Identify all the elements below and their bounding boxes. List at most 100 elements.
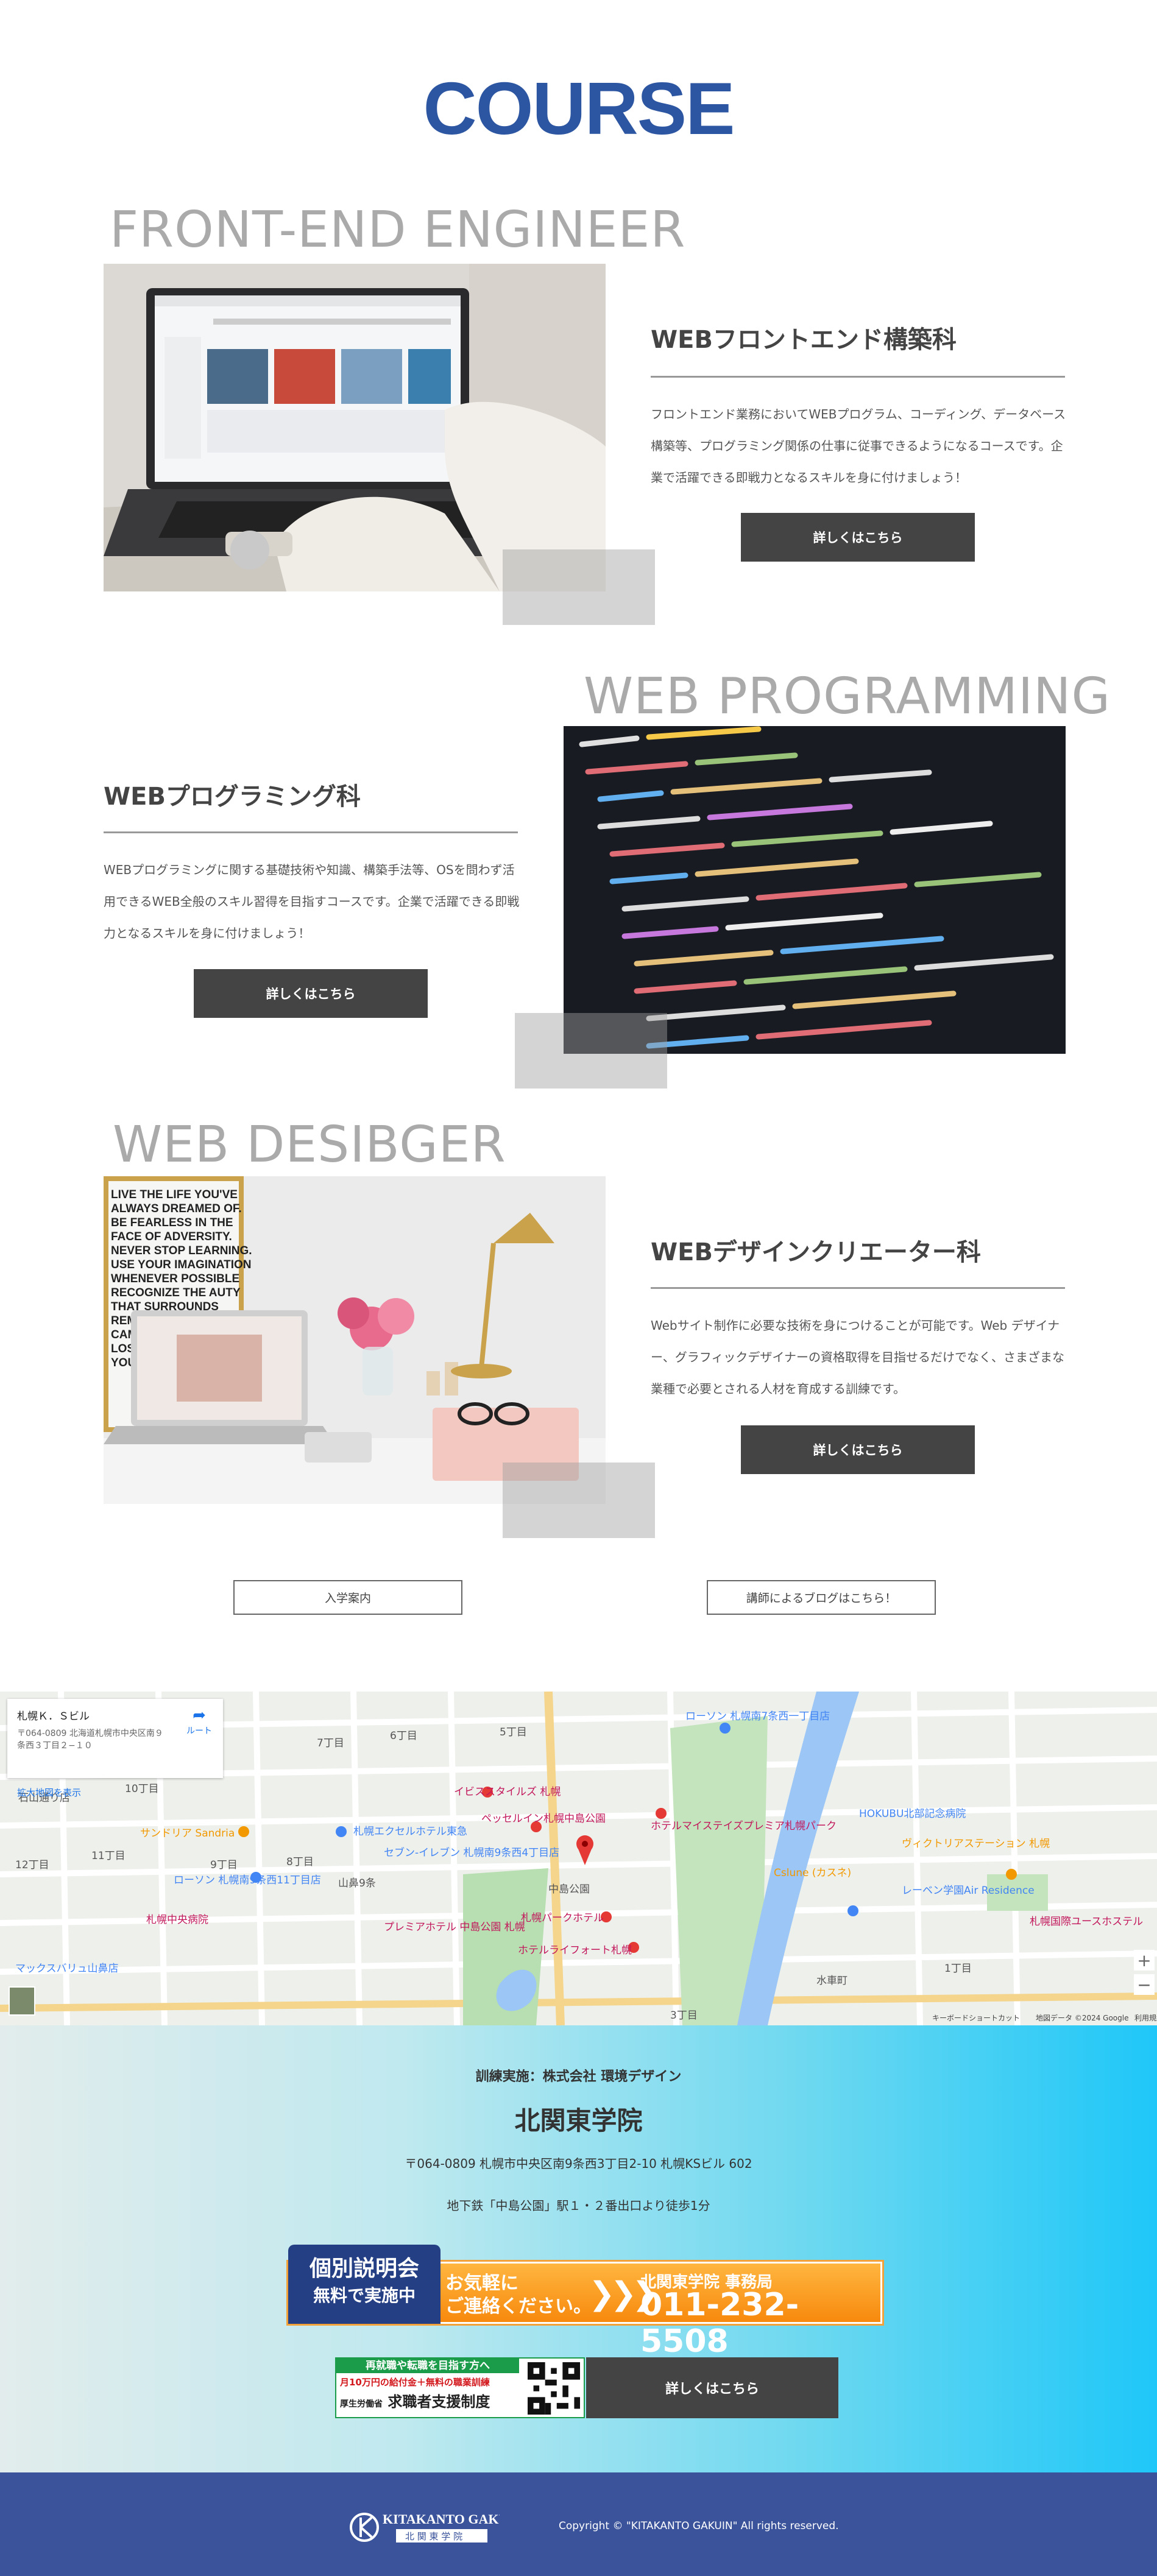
subsidy-ministry: 厚生労働省 <box>340 2399 383 2409</box>
map-label: 8丁目 <box>286 1856 314 1868</box>
map-label: 12丁目 <box>15 1859 49 1871</box>
map-route-label: ルート <box>186 1726 212 1736</box>
map[interactable]: ローソン 札幌南7条西一丁目店 イビススタイルズ 札幌 ホテルマイステイズプレミ… <box>0 1692 1157 2025</box>
poster-line: BE FEARLESS IN THE <box>111 1216 233 1229</box>
map-label: 札幌中央病院 <box>146 1914 208 1926</box>
page-title: COURSE <box>423 67 735 150</box>
zoom-in-button[interactable]: + <box>1134 1950 1155 1971</box>
zoom-out-button[interactable]: − <box>1134 1974 1155 1995</box>
map-label: ヴィクトリアステーション 札幌 <box>902 1838 1050 1850</box>
map-route-button[interactable]: ➦ ルート <box>186 1706 212 1737</box>
programming-course-name: WEBプログラミング科 <box>104 783 361 811</box>
contact-banner[interactable]: お気軽に ご連絡ください。 ❯❯❯ 北関東学院 事務局 011-232-5508… <box>288 2245 882 2360</box>
programming-photo-shade <box>515 1013 667 1089</box>
poster-line: LIVE THE LIFE YOU'VE <box>111 1188 238 1201</box>
frontend-photo <box>104 264 606 591</box>
map-label: 3丁目 <box>670 2010 698 2022</box>
map-label: 中島公園 <box>548 1883 590 1896</box>
programming-rule <box>104 831 518 833</box>
copyright: Copyright © "KITAKANTO GAKUIN" All right… <box>559 2520 839 2532</box>
map-label: 5丁目 <box>500 1726 527 1738</box>
job-support-banner[interactable]: 再就職や転職を目指す方へ 月10万円の給付金＋無料の職業訓練 厚生労働省 求職者… <box>335 2357 585 2418</box>
map-label: 10丁目 <box>125 1783 159 1795</box>
designer-photo-shade <box>503 1463 655 1538</box>
school-name: 北関東学院 <box>514 2106 643 2136</box>
logo-jp: 北 関 東 学 院 <box>405 2531 462 2542</box>
school-logo: KITAKANTO GAKUIN 北 関 東 学 院 <box>350 2511 500 2542</box>
map-label: ローソン 札幌南9条西11丁目店 <box>174 1874 321 1886</box>
banner-briefing-line2: 無料で実施中 <box>313 2285 416 2306</box>
map-label: サンドリア Sandria <box>140 1827 235 1840</box>
frontend-course-name: WEBフロントエンド構築科 <box>651 326 957 354</box>
subsidy-footer: 厚生労働省 求職者支援制度 <box>336 2388 519 2412</box>
footer: KITAKANTO GAKUIN 北 関 東 学 院 Copyright © "… <box>0 2472 1157 2576</box>
banner-phone: 011-232-5508 <box>640 2287 799 2360</box>
street-view-icon[interactable] <box>9 1986 35 2016</box>
map-label: 山鼻9条 <box>338 1877 376 1890</box>
poster-line: USE YOUR IMAGINATION <box>111 1258 251 1271</box>
poster-line: ALWAYS DREAMED OF. <box>111 1202 242 1215</box>
map-label: プレミアホテル 中島公園 札幌 <box>384 1921 525 1933</box>
map-label: ホテルライフォート札幌 <box>518 1944 632 1957</box>
map-label: ペッセルイン札幌中島公園 <box>481 1813 606 1825</box>
info-detail-button[interactable]: 詳しくはこちら <box>586 2357 838 2418</box>
map-label: 札幌国際ユースホステル <box>1030 1916 1144 1928</box>
subsidy-header: 再就職や転職を目指す方へ <box>336 2359 519 2373</box>
map-label: キーボードショートカット <box>932 2014 1021 2022</box>
map-place-name: 札幌Ｋ．Ｓビル <box>17 1710 90 1723</box>
directions-icon: ➦ <box>193 1706 206 1724</box>
eng-title-designer: WEB DESIBGER <box>113 1116 506 1174</box>
organizer-text: 訓練実施：株式会社 環境デザイン <box>475 2069 682 2084</box>
map-label: セブン-イレブン 札幌南9条西4丁目店 <box>384 1847 560 1859</box>
map-label: 1丁目 <box>944 1963 972 1975</box>
info-section: 訓練実施：株式会社 環境デザイン 北関東学院 〒064-0809 札幌市中央区南… <box>0 2025 1157 2472</box>
designer-course-name: WEBデザインクリエーター科 <box>651 1238 981 1266</box>
map-label: 7丁目 <box>317 1737 344 1749</box>
designer-photo: LIVE THE LIFE YOU'VE ALWAYS DREAMED OF. … <box>104 1176 606 1504</box>
frontend-detail-button[interactable]: 詳しくはこちら <box>741 513 975 562</box>
map-label: 札幌パークホテル <box>521 1912 604 1924</box>
banner-call-line1: お気軽に <box>445 2273 518 2294</box>
map-label: 水車町 <box>816 1975 847 1987</box>
school-address: 〒064-0809 札幌市中央区南9条西3丁目2-10 札幌KSビル 602 <box>405 2156 752 2171</box>
eng-title-programming: WEB PROGRAMMING <box>584 668 1111 725</box>
programming-detail-button[interactable]: 詳しくはこちら <box>194 969 428 1018</box>
programming-desc: WEBプログラミングに関する基礎技術や知識、構築手法等、OSを問わず活用できるW… <box>104 863 520 940</box>
map-label: イビススタイルズ 札幌 <box>454 1786 561 1798</box>
map-label: 11丁目 <box>91 1850 126 1862</box>
poster-line: FACE OF ADVERSITY. <box>111 1230 232 1243</box>
school-access: 地下鉄「中島公園」駅１・２番出口より徒歩1分 <box>447 2198 710 2213</box>
map-label: レーベン学園Air Residence <box>902 1885 1035 1897</box>
map-label: 地図データ ©2024 Google <box>1036 2014 1129 2022</box>
map-label: 6丁目 <box>390 1730 417 1742</box>
map-label: 9丁目 <box>210 1859 238 1871</box>
poster-line: WHENEVER POSSIBLE <box>111 1272 239 1285</box>
map-label: 利用規約 <box>1134 2014 1157 2022</box>
map-place-card: 札幌Ｋ．Ｓビル 〒064-0809 北海道札幌市中央区南９条西３丁目２−１０ ➦… <box>7 1699 223 1798</box>
banner-call-text: お気軽に ご連絡ください。 <box>445 2272 592 2318</box>
blog-link-button[interactable]: 講師によるブログはこちら！ <box>707 1580 936 1615</box>
map-label: 札幌エクセルホテル東急 <box>353 1826 467 1838</box>
programming-photo <box>564 726 1066 1054</box>
admission-link-button[interactable]: 入学案内 <box>233 1580 462 1615</box>
banner-call-line2: ご連絡ください。 <box>445 2296 592 2317</box>
frontend-rule <box>651 376 1065 378</box>
map-enlarge-link[interactable]: 拡大地図を表示 <box>17 1786 81 1799</box>
logo-en: KITAKANTO GAKUIN <box>383 2511 500 2527</box>
map-place-address: 〒064-0809 北海道札幌市中央区南９条西３丁目２−１０ <box>17 1729 163 1751</box>
designer-desc: Webサイト制作に必要な技術を身につけることが可能です。Web デザイナー、グラ… <box>651 1318 1064 1396</box>
banner-briefing-line1: 個別説明会 <box>309 2256 419 2281</box>
qr-code-icon <box>528 2362 580 2415</box>
frontend-photo-shade <box>503 549 655 625</box>
map-label: ローソン 札幌南7条西一丁目店 <box>685 1710 830 1723</box>
frontend-desc: フロントエンド業務においてWEBプログラム、コーディング、データベース構築等、プ… <box>651 407 1066 485</box>
designer-detail-button[interactable]: 詳しくはこちら <box>741 1425 975 1474</box>
designer-rule <box>651 1287 1065 1289</box>
banner-briefing-badge: 個別説明会 無料で実施中 <box>288 2245 441 2324</box>
map-label: ホテルマイステイズプレミア札幌パーク <box>651 1820 837 1832</box>
poster-line: NEVER STOP LEARNING. <box>111 1244 252 1257</box>
subsidy-program: 求職者支援制度 <box>387 2393 490 2410</box>
map-label: マックスバリュ山鼻店 <box>15 1963 119 1975</box>
map-label: HOKUBU北部記念病院 <box>859 1808 966 1820</box>
eng-title-frontend: FRONT-END ENGINEER <box>110 201 686 259</box>
